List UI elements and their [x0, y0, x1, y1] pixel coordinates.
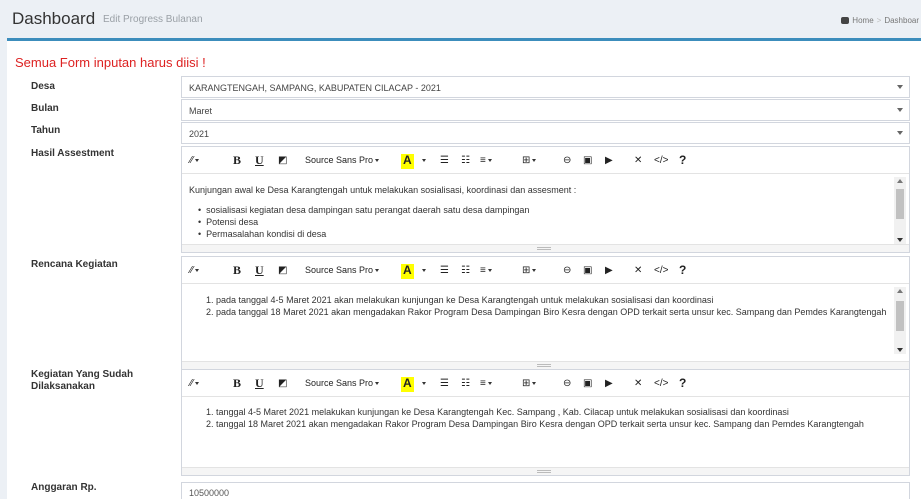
editor-toolbar: ⁄⁄ B U ◩ Source Sans Pro A ☰ ☷ ≡ ⊞ ⊖ ▣ ▶… [182, 257, 909, 284]
table-icon[interactable]: ⊞ [522, 263, 537, 278]
content-line: 2. pada tanggal 18 Maret 2021 akan menga… [206, 307, 887, 317]
unordered-list-icon[interactable]: ☰ [440, 376, 449, 391]
tahun-select[interactable]: 2021 [181, 122, 910, 144]
form-warning: Semua Form inputan harus diisi ! [15, 55, 206, 70]
page-title: Dashboard [12, 9, 96, 28]
magic-icon[interactable]: ⁄⁄ [190, 153, 200, 168]
eraser-icon[interactable]: ◩ [278, 153, 287, 168]
font-select[interactable]: Source Sans Pro [305, 263, 380, 278]
table-icon[interactable]: ⊞ [522, 376, 537, 391]
code-view-button[interactable]: </> [654, 376, 668, 391]
editor-resize-handle[interactable] [182, 244, 909, 252]
list-item: Potensi desa [198, 216, 258, 228]
content-line: 1. tanggal 4-5 Maret 2021 melakukan kunj… [206, 407, 789, 417]
fullscreen-icon[interactable]: ✕ [634, 263, 642, 278]
code-view-button[interactable]: </> [654, 263, 668, 278]
eraser-icon[interactable]: ◩ [278, 376, 287, 391]
list-item: Permasalahan kondisi di desa [198, 228, 326, 240]
tahun-label: Tahun [31, 125, 61, 136]
chevron-down-icon [897, 85, 903, 89]
breadcrumb-current: Dashboar [884, 16, 919, 25]
content-line: Kunjungan awal ke Desa Karangtengah untu… [189, 185, 577, 195]
bold-button[interactable]: B [233, 263, 241, 278]
magic-icon[interactable]: ⁄⁄ [190, 376, 200, 391]
highlight-dropdown[interactable] [420, 263, 426, 278]
desa-value: KARANGTENGAH, SAMPANG, KABUPATEN CILACAP… [189, 83, 441, 93]
help-button[interactable]: ? [679, 153, 686, 168]
highlight-dropdown[interactable] [420, 153, 426, 168]
eraser-icon[interactable]: ◩ [278, 263, 287, 278]
underline-button[interactable]: U [255, 376, 264, 391]
breadcrumb-home[interactable]: Home [852, 16, 873, 25]
anggaran-input[interactable]: 10500000 [181, 482, 910, 499]
ordered-list-icon[interactable]: ☷ [461, 153, 470, 168]
bulan-value: Maret [189, 106, 213, 116]
bulan-label: Bulan [31, 103, 59, 114]
content-line: 1. pada tanggal 4-5 Maret 2021 akan mela… [206, 295, 714, 305]
highlight-button[interactable]: A [401, 264, 414, 279]
link-icon[interactable]: ⊖ [563, 153, 571, 168]
picture-icon[interactable]: ▣ [583, 153, 592, 168]
desa-select[interactable]: KARANGTENGAH, SAMPANG, KABUPATEN CILACAP… [181, 76, 910, 98]
editor-toolbar: ⁄⁄ B U ◩ Source Sans Pro A ☰ ☷ ≡ ⊞ ⊖ ▣ ▶… [182, 147, 909, 174]
chevron-down-icon [897, 108, 903, 112]
paragraph-align-icon[interactable]: ≡ [480, 153, 492, 168]
content-line: 2. tanggal 18 Maret 2021 akan mengadakan… [206, 419, 864, 429]
page-subtitle: Edit Progress Bulanan [103, 14, 203, 25]
font-select[interactable]: Source Sans Pro [305, 376, 380, 391]
unordered-list-icon[interactable]: ☰ [440, 153, 449, 168]
fullscreen-icon[interactable]: ✕ [634, 376, 642, 391]
highlight-dropdown[interactable] [420, 376, 426, 391]
dashboard-icon [841, 17, 850, 24]
tahun-value: 2021 [189, 129, 210, 139]
magic-icon[interactable]: ⁄⁄ [190, 263, 200, 278]
ordered-list-icon[interactable]: ☷ [461, 376, 470, 391]
unordered-list-icon[interactable]: ☰ [440, 263, 449, 278]
ordered-list-icon[interactable]: ☷ [461, 263, 470, 278]
link-icon[interactable]: ⊖ [563, 376, 571, 391]
underline-button[interactable]: U [255, 263, 264, 278]
picture-icon[interactable]: ▣ [583, 263, 592, 278]
chevron-down-icon [897, 131, 903, 135]
kegiatan-editor[interactable]: ⁄⁄ B U ◩ Source Sans Pro A ☰ ☷ ≡ ⊞ ⊖ ▣ ▶… [181, 369, 910, 476]
fullscreen-icon[interactable]: ✕ [634, 153, 642, 168]
editor-resize-handle[interactable] [182, 467, 909, 475]
desa-label: Desa [31, 81, 55, 92]
link-icon[interactable]: ⊖ [563, 263, 571, 278]
editor-toolbar: ⁄⁄ B U ◩ Source Sans Pro A ☰ ☷ ≡ ⊞ ⊖ ▣ ▶… [182, 370, 909, 397]
underline-button[interactable]: U [255, 153, 264, 168]
paragraph-align-icon[interactable]: ≡ [480, 263, 492, 278]
bold-button[interactable]: B [233, 376, 241, 391]
content-header: Dashboard Edit Progress Bulanan Home > Das… [0, 0, 921, 38]
editor-scrollbar[interactable] [894, 287, 906, 354]
breadcrumb: Home > Dashboar [841, 16, 919, 25]
highlight-button[interactable]: A [401, 377, 414, 392]
hasil-label: Hasil Assestment [31, 148, 114, 159]
table-icon[interactable]: ⊞ [522, 153, 537, 168]
bold-button[interactable]: B [233, 153, 241, 168]
paragraph-align-icon[interactable]: ≡ [480, 376, 492, 391]
video-icon[interactable]: ▶ [605, 376, 613, 391]
highlight-button[interactable]: A [401, 154, 414, 169]
rencana-editor[interactable]: ⁄⁄ B U ◩ Source Sans Pro A ☰ ☷ ≡ ⊞ ⊖ ▣ ▶… [181, 256, 910, 370]
picture-icon[interactable]: ▣ [583, 376, 592, 391]
rencana-label: Rencana Kegiatan [31, 259, 118, 270]
editor-scrollbar[interactable] [894, 177, 906, 244]
help-button[interactable]: ? [679, 376, 686, 391]
hasil-editor[interactable]: ⁄⁄ B U ◩ Source Sans Pro A ☰ ☷ ≡ ⊞ ⊖ ▣ ▶… [181, 146, 910, 253]
help-button[interactable]: ? [679, 263, 686, 278]
video-icon[interactable]: ▶ [605, 263, 613, 278]
font-select[interactable]: Source Sans Pro [305, 153, 380, 168]
list-item: sosialisasi kegiatan desa dampingan satu… [198, 204, 529, 216]
editor-resize-handle[interactable] [182, 361, 909, 369]
anggaran-label: Anggaran Rp. [31, 482, 97, 493]
kegiatan-label: Kegiatan Yang Sudah Dilaksanakan [31, 369, 134, 392]
video-icon[interactable]: ▶ [605, 153, 613, 168]
bulan-select[interactable]: Maret [181, 99, 910, 121]
code-view-button[interactable]: </> [654, 153, 668, 168]
